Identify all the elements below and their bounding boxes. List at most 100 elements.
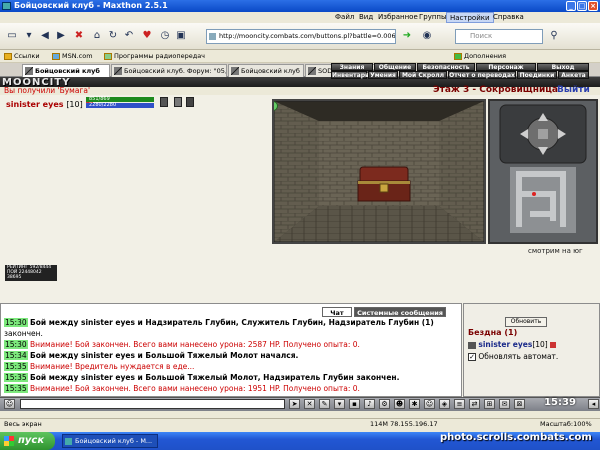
send-icon[interactable]: ➤: [289, 399, 300, 409]
abyss-title: Бездна (1): [468, 328, 518, 337]
pin-icon[interactable]: ✱: [409, 399, 420, 409]
align-icon[interactable]: [174, 97, 182, 107]
menu-favorites[interactable]: Избранное: [375, 12, 421, 23]
screen-icon[interactable]: ▣: [174, 29, 188, 43]
new-page-icon[interactable]: ▭: [5, 29, 19, 43]
window-title: Бойцовский клуб - Maxthon 2.5.1: [14, 1, 168, 10]
player-position: [532, 192, 536, 196]
search-icon[interactable]: ⚲: [547, 29, 561, 43]
settings-icon[interactable]: ⚙: [379, 399, 390, 409]
save-icon[interactable]: ▪: [349, 399, 360, 409]
swords-icon: [231, 67, 239, 75]
nav-character[interactable]: Персонаж: [476, 63, 536, 71]
scroll-icon[interactable]: ≡: [454, 399, 465, 409]
nav-exit[interactable]: Выход: [537, 63, 589, 71]
go-icon[interactable]: ➜: [400, 29, 414, 43]
smile-menu-icon[interactable]: ☺: [424, 399, 435, 409]
refresh-icon[interactable]: ↻: [106, 29, 120, 43]
auto-update-checkbox[interactable]: ✓: [468, 353, 476, 361]
nav-communication[interactable]: Общение: [374, 63, 416, 71]
status-zoom[interactable]: Масштаб:100%: [540, 419, 592, 430]
player-entry[interactable]: sinister eyes[10]: [468, 340, 557, 349]
close-button[interactable]: ×: [588, 1, 598, 11]
mana-bar: 2280/2280: [86, 103, 154, 108]
browser-toolbar: ▭ ▾ ◀ ▶ ✖ ⌂ ↻ ↶ ♥ ◷ ▣ http://mooncity.co…: [0, 23, 600, 50]
app-icon: [65, 438, 72, 445]
tab-chat[interactable]: Чат: [322, 307, 352, 317]
watermark: photo.scrolls.combats.com: [440, 432, 592, 443]
dungeon-minimap: [488, 99, 598, 244]
addons-icon: [454, 53, 462, 60]
menu-settings[interactable]: Настройки: [446, 12, 494, 23]
nav-inventory[interactable]: Инвентарь: [331, 71, 369, 79]
character-name[interactable]: sinister eyes [10]: [6, 100, 93, 109]
links-bar: Ссылки MSN.com Программы радиопередач До…: [0, 50, 600, 63]
minimize-button[interactable]: _: [566, 1, 576, 11]
menu-groups[interactable]: Группы: [416, 12, 450, 23]
filter-icon[interactable]: ▾: [334, 399, 345, 409]
received-item-notice: Вы получили 'Бумага': [4, 86, 91, 95]
search-placeholder: Поиск: [470, 32, 493, 40]
taskbar-item-browser[interactable]: Бойцовский клуб - M...: [62, 434, 158, 448]
refresh-button[interactable]: Обновить: [505, 317, 547, 327]
info-icon[interactable]: [550, 342, 557, 348]
tab-system-messages[interactable]: Системные сообщения: [354, 307, 446, 317]
exit-link[interactable]: Выйти: [557, 85, 590, 95]
clan-icon[interactable]: [160, 97, 168, 107]
maximize-button[interactable]: □: [577, 1, 587, 11]
treasure-chest[interactable]: [357, 166, 411, 202]
link-msn[interactable]: MSN.com: [52, 50, 93, 63]
map-icon[interactable]: ⊞: [484, 399, 495, 409]
windows-logo-icon: [4, 436, 14, 446]
nav-skills[interactable]: Умения: [368, 71, 398, 79]
nav-profile[interactable]: Анкета: [558, 71, 589, 79]
favorites-icon[interactable]: ♥: [140, 29, 154, 43]
game-clock: 15:39: [544, 397, 576, 408]
back-icon[interactable]: ◀: [38, 29, 52, 43]
brush-icon[interactable]: ✎: [319, 399, 330, 409]
status-left: Весь экран: [4, 420, 42, 428]
mail-icon[interactable]: ✉: [499, 399, 510, 409]
search-input[interactable]: Поиск: [455, 29, 543, 44]
links-folder[interactable]: Ссылки: [4, 50, 40, 63]
lock-icon[interactable]: ⊠: [514, 399, 525, 409]
character-level: [10]: [66, 100, 83, 109]
look-direction: смотрим на юг: [528, 247, 583, 255]
menu-bar: Файл Вид Избранное Группы Настройки Спра…: [0, 12, 600, 23]
nav-my-scroll[interactable]: Мой Скролл: [399, 71, 447, 79]
tab-fight-club-2[interactable]: Бойцовский клуб: [228, 64, 304, 77]
start-button[interactable]: пуск: [0, 432, 55, 450]
smiley-icon[interactable]: ☺: [4, 399, 15, 409]
stop-icon[interactable]: ✖: [72, 29, 86, 43]
open-icon[interactable]: ▾: [22, 29, 36, 43]
window-titlebar: Бойцовский клуб - Maxthon 2.5.1 _ □ ×: [0, 0, 600, 12]
sound-icon[interactable]: ♪: [364, 399, 375, 409]
address-bar[interactable]: http://mooncity.combats.com/buttons.pl?b…: [206, 29, 396, 44]
chat-mode-icon[interactable]: ◈: [439, 399, 450, 409]
menu-help[interactable]: Справка: [490, 12, 527, 23]
menu-file[interactable]: Файл: [332, 12, 357, 23]
undo-icon[interactable]: ↶: [122, 29, 136, 43]
home-icon[interactable]: ⌂: [90, 29, 104, 43]
trade-icon[interactable]: ⇄: [469, 399, 480, 409]
exit-chat-icon[interactable]: ◂: [588, 399, 599, 409]
rank-icon[interactable]: [186, 97, 194, 107]
addons-link[interactable]: Дополнения: [454, 50, 506, 63]
dungeon-view[interactable]: [272, 99, 486, 244]
nav-duels[interactable]: Поединки: [517, 71, 557, 79]
history-icon[interactable]: ◷: [158, 29, 172, 43]
clear-icon[interactable]: ✕: [304, 399, 315, 409]
nav-knowledge[interactable]: Знания: [331, 63, 373, 71]
radio-icon: [104, 53, 112, 60]
chat-input[interactable]: [20, 399, 285, 409]
rss-icon[interactable]: ◉: [420, 29, 434, 43]
nav-security[interactable]: Безопасность: [417, 63, 475, 71]
menu-view[interactable]: Вид: [356, 12, 376, 23]
dungeon-scene: [274, 101, 484, 242]
tab-forum[interactable]: Бойцовский клуб. Форум: "05,1...": [111, 64, 227, 77]
people-icon[interactable]: ☻: [394, 399, 405, 409]
tab-fight-club[interactable]: Бойцовский клуб: [22, 64, 110, 77]
link-radio[interactable]: Программы радиопередач: [104, 50, 205, 63]
nav-transfer-report[interactable]: Отчет о переводах: [448, 71, 516, 79]
forward-icon[interactable]: ▶: [54, 29, 68, 43]
